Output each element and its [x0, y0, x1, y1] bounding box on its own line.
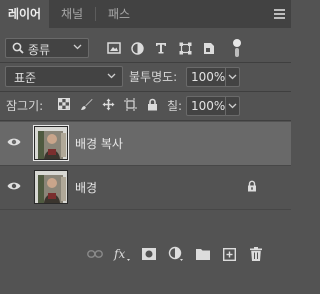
tab-layers[interactable]: 레이어	[0, 0, 49, 28]
visibility-eye-icon[interactable]	[7, 181, 21, 191]
layer-thumbnail	[34, 170, 68, 204]
new-layer-icon[interactable]	[220, 245, 238, 263]
chevron-down-icon	[107, 73, 116, 79]
layers-list: 배경 복사 배경	[0, 121, 291, 243]
fx-icon[interactable]: fx	[113, 245, 131, 263]
lock-all-icon[interactable]	[143, 95, 161, 113]
chevron-down-icon	[228, 74, 237, 80]
layer-name[interactable]: 배경 복사	[75, 135, 123, 152]
smart-object-filter-icon[interactable]	[199, 38, 219, 58]
divider	[0, 62, 291, 63]
chevron-down-icon	[73, 44, 82, 50]
fill-label: 칠:	[167, 99, 183, 113]
visibility-eye-icon[interactable]	[7, 137, 21, 147]
layer-row-background-copy[interactable]: 배경 복사	[0, 122, 291, 165]
delete-layer-icon[interactable]	[247, 245, 265, 263]
panel-menu-icon[interactable]	[274, 9, 285, 19]
divider	[0, 91, 291, 92]
panel-tab-bar: 레이어 채널 패스	[0, 0, 291, 28]
image-filter-icon[interactable]	[104, 38, 124, 58]
search-icon	[12, 42, 24, 54]
layer-lock-icon	[248, 180, 256, 192]
new-adjustment-layer-icon[interactable]	[167, 245, 185, 263]
add-mask-icon[interactable]	[140, 245, 158, 263]
fill-dropdown-button[interactable]	[226, 96, 240, 116]
opacity-input[interactable]: 100%	[186, 67, 226, 87]
filter-kind-label: 종류	[28, 43, 51, 57]
tab-channels[interactable]: 채널	[49, 0, 95, 28]
filter-toggle-switch[interactable]	[233, 38, 241, 58]
blend-mode-value: 표준	[14, 71, 37, 85]
divider	[0, 209, 291, 210]
svg-text:fx: fx	[113, 247, 125, 261]
layer-row-background[interactable]: 배경	[0, 166, 291, 209]
lock-transparent-pixels-icon[interactable]	[55, 95, 73, 113]
lock-artboard-icon[interactable]	[121, 95, 139, 113]
layer-thumbnail	[33, 125, 69, 161]
tab-paths[interactable]: 패스	[96, 0, 142, 28]
layer-name[interactable]: 배경	[75, 179, 97, 196]
blend-mode-dropdown[interactable]: 표준	[5, 66, 123, 87]
chevron-down-icon	[228, 103, 237, 109]
opacity-dropdown-button[interactable]	[226, 67, 240, 87]
lock-position-icon[interactable]	[99, 95, 117, 113]
new-group-icon[interactable]	[194, 245, 212, 263]
layers-panel: 레이어 채널 패스 종류 표준 불투명도: 100% 잠그기: 칠: 100% …	[0, 0, 291, 294]
lock-label: 잠그기:	[6, 99, 44, 113]
adjustment-filter-icon[interactable]	[127, 38, 147, 58]
fill-input[interactable]: 100%	[186, 96, 226, 116]
opacity-label: 불투명도:	[129, 70, 178, 84]
lock-image-pixels-icon[interactable]	[77, 95, 95, 113]
type-filter-icon[interactable]	[151, 38, 171, 58]
shape-filter-icon[interactable]	[175, 38, 195, 58]
link-layers-icon[interactable]	[86, 245, 104, 263]
filter-kind-dropdown[interactable]: 종류	[5, 38, 89, 58]
